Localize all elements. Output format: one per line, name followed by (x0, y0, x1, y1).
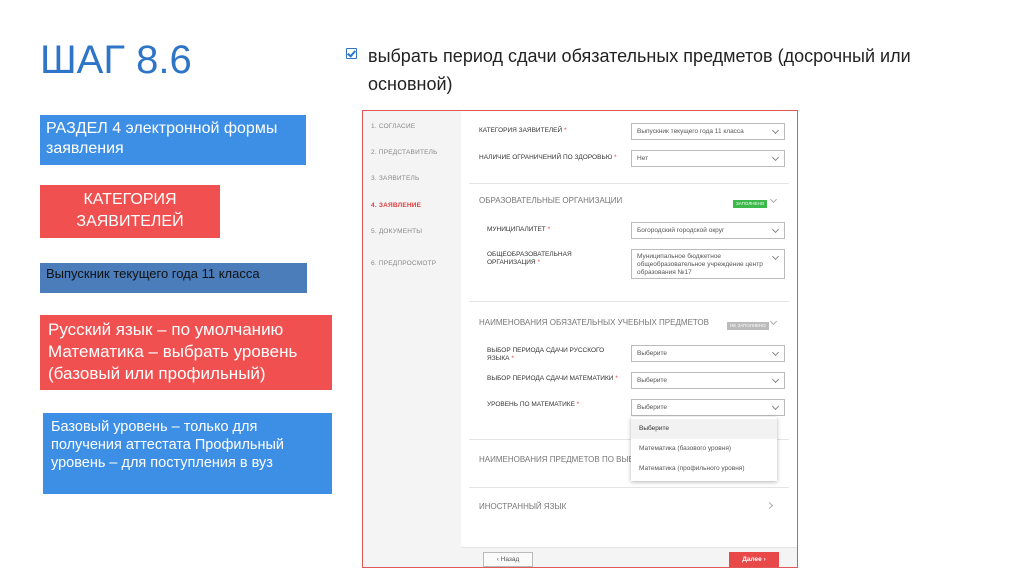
chevron-right-icon[interactable] (765, 501, 774, 510)
category-select[interactable]: Выпускник текущего года 11 класса (631, 123, 785, 140)
dropdown-option[interactable]: Выберите (631, 419, 777, 439)
back-button[interactable]: ‹ Назад (483, 552, 533, 567)
math-level-label: УРОВЕНЬ ПО МАТЕМАТИКЕ * (487, 401, 580, 408)
orgs-section-title[interactable]: ОБРАЗОВАТЕЛЬНЫЕ ОРГАНИЗАЦИИ (479, 196, 622, 205)
math-period-label: ВЫБОР ПЕРИОДА СДАЧИ МАТЕМАТИКИ * (487, 375, 618, 382)
dropdown-option[interactable]: Математика (профильного уровня) (631, 459, 777, 479)
step-preview[interactable]: 6. ПРЕДПРОСМОТР (371, 260, 436, 267)
foreign-language-title[interactable]: ИНОСТРАННЫЙ ЯЗЫК (479, 502, 566, 511)
step-consent[interactable]: 1. СОГЛАСИЕ (371, 123, 415, 130)
divider (469, 183, 789, 184)
levels-box: Базовый уровень – только для получения а… (43, 413, 332, 494)
step-representative[interactable]: 2. ПРЕДСТАВИТЕЛЬ (371, 149, 438, 156)
subjects-section-title[interactable]: НАИМЕНОВАНИЯ ОБЯЗАТЕЛЬНЫХ УЧЕБНЫХ ПРЕДМЕ… (479, 318, 709, 327)
municipality-select[interactable]: Богородский городской округ (631, 222, 785, 239)
choice-subjects-title[interactable]: НАИМЕНОВАНИЯ ПРЕДМЕТОВ ПО ВЫБО (479, 455, 640, 464)
section-box: РАЗДЕЛ 4 электронной формы заявления (40, 115, 306, 165)
category-box: КАТЕГОРИЯ ЗАЯВИТЕЛЕЙ (40, 185, 220, 238)
slide: ШАГ 8.6 РАЗДЕЛ 4 электронной формы заявл… (0, 0, 1024, 574)
checkbox-icon (346, 48, 357, 59)
chevron-down-icon[interactable] (769, 195, 778, 204)
divider (469, 487, 789, 488)
bullet-text: выбрать период сдачи обязательных предме… (368, 46, 911, 94)
divider (469, 301, 789, 302)
graduate-box: Выпускник текущего года 11 класса (40, 263, 307, 293)
form-main: КАТЕГОРИЯ ЗАЯВИТЕЛЕЙ * Выпускник текущег… (461, 111, 797, 567)
form-footer: ‹ Назад Далее › (461, 547, 797, 567)
russian-period-select[interactable]: Выберите (631, 345, 785, 362)
next-button[interactable]: Далее › (729, 552, 779, 567)
math-level-dropdown: Выберите Математика (базового уровня) Ма… (631, 417, 777, 481)
health-label: НАЛИЧИЕ ОГРАНИЧЕНИЙ ПО ЗДОРОВЬЮ * (479, 154, 617, 161)
steps-sidebar: 1. СОГЛАСИЕ 2. ПРЕДСТАВИТЕЛЬ 3. ЗАЯВИТЕЛ… (363, 111, 461, 567)
school-select[interactable]: Муниципальное бюджетное общеобразователь… (631, 249, 785, 279)
application-form-screenshot: 1. СОГЛАСИЕ 2. ПРЕДСТАВИТЕЛЬ 3. ЗАЯВИТЕЛ… (362, 110, 798, 568)
school-label: ОБЩЕОБРАЗОВАТЕЛЬНАЯ ОРГАНИЗАЦИЯ * (487, 251, 572, 266)
category-label: КАТЕГОРИЯ ЗАЯВИТЕЛЕЙ * (479, 127, 567, 134)
step-applicant[interactable]: 3. ЗАЯВИТЕЛЬ (371, 175, 419, 182)
step-documents[interactable]: 5. ДОКУМЕНТЫ (371, 228, 422, 235)
municipality-label: МУНИЦИПАЛИТЕТ * (487, 226, 551, 233)
chevron-down-icon[interactable] (769, 317, 778, 326)
math-level-select[interactable]: Выберите (631, 399, 785, 416)
subjects-box: Русский язык – по умолчанию Математика –… (40, 315, 332, 390)
slide-title: ШАГ 8.6 (40, 38, 192, 82)
step-application[interactable]: 4. ЗАЯВЛЕНИЕ (371, 202, 421, 209)
subjects-status-badge: НЕ ЗАПОЛНЕНО (727, 322, 769, 330)
dropdown-option[interactable]: Математика (базового уровня) (631, 439, 777, 459)
russian-period-label: ВЫБОР ПЕРИОДА СДАЧИ РУССКОГО ЯЗЫКА * (487, 347, 605, 362)
health-select[interactable]: Нет (631, 150, 785, 167)
math-period-select[interactable]: Выберите (631, 372, 785, 389)
orgs-status-badge: ЗАПОЛНЕНО (733, 200, 768, 208)
